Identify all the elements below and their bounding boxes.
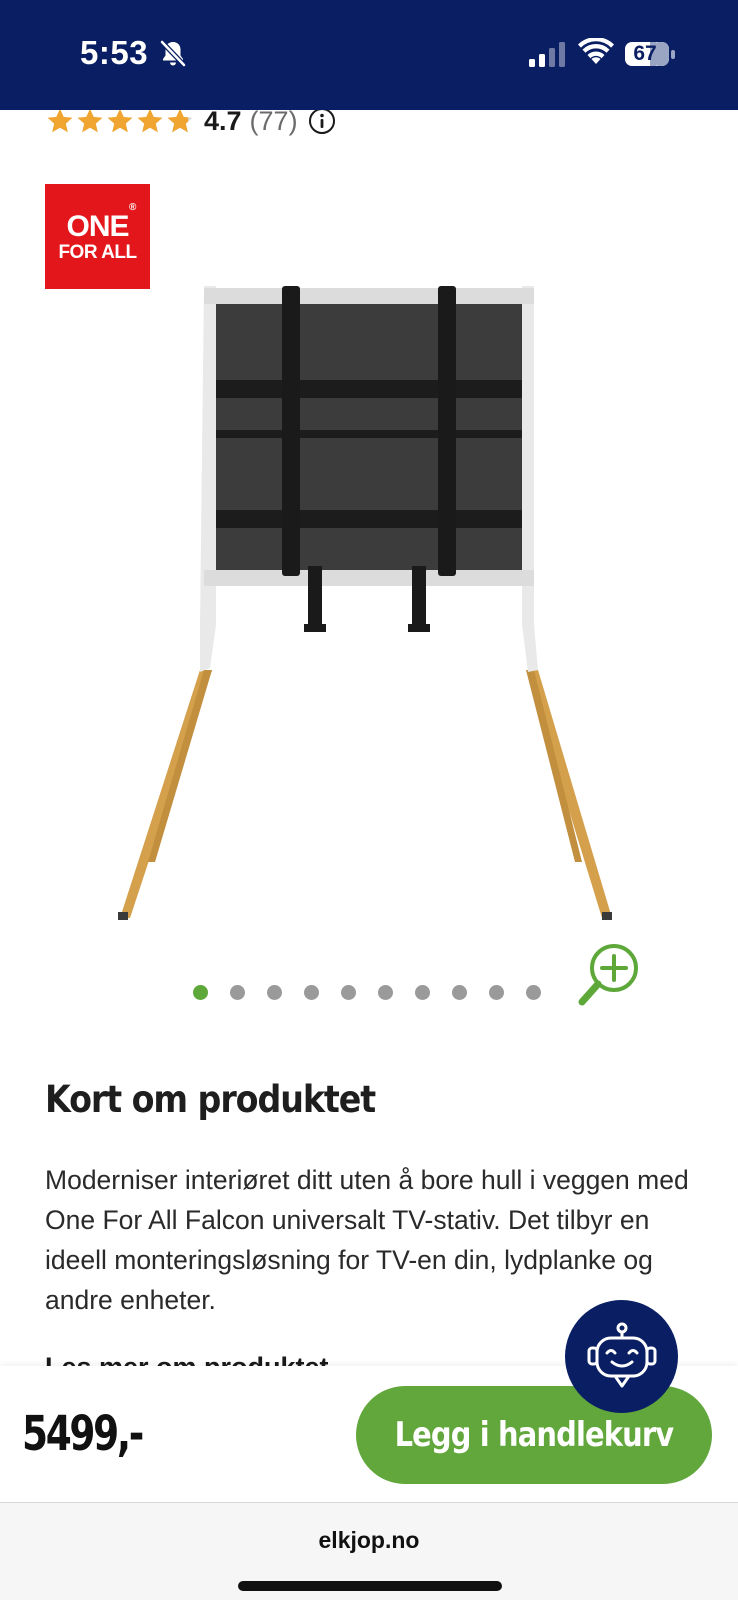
brand-logo-registered: ®: [129, 202, 137, 213]
bell-slash-icon: [160, 40, 186, 67]
carousel-dot[interactable]: [341, 985, 356, 1000]
zoom-in-icon[interactable]: [576, 940, 644, 1008]
section-title: Kort om produktet: [45, 1078, 376, 1121]
wifi-icon: [578, 38, 614, 64]
star-rating: [46, 107, 194, 135]
product-page: 5:53 67 4.7 (77) ONE ® FOR ALL Kort om p…: [0, 0, 738, 1600]
star-icon: [107, 108, 133, 133]
carousel-dot[interactable]: [230, 985, 245, 1000]
url-text[interactable]: elkjop.no: [0, 1527, 738, 1554]
status-time: 5:53: [80, 34, 149, 71]
robot-icon: [587, 1322, 656, 1387]
star-icon: [137, 108, 163, 133]
product-image[interactable]: [100, 280, 640, 940]
carousel-dot[interactable]: [304, 985, 319, 1000]
rating-value: 4.7: [204, 105, 242, 136]
add-to-cart-label: Legg i handlekurv: [394, 1415, 675, 1455]
carousel-dot[interactable]: [452, 985, 467, 1000]
price: 5499,-: [22, 1406, 144, 1462]
chatbot-button[interactable]: [565, 1300, 678, 1413]
carousel-dot[interactable]: [526, 985, 541, 1000]
product-summary: Moderniser interiøret ditt uten å bore h…: [45, 1165, 689, 1315]
brand-logo-line1: ONE: [66, 210, 129, 243]
brand-logo-line2: FOR ALL: [58, 242, 137, 263]
browser-url-bar[interactable]: elkjop.no: [0, 1502, 738, 1600]
battery-level: 67: [633, 42, 657, 65]
star-icon: [77, 108, 103, 133]
image-carousel-dots: [193, 985, 541, 1000]
add-to-cart-button[interactable]: Legg i handlekurv: [356, 1386, 712, 1484]
carousel-dot[interactable]: [415, 985, 430, 1000]
carousel-dot[interactable]: [489, 985, 504, 1000]
carousel-dot[interactable]: [193, 985, 208, 1000]
signal-icon: [529, 42, 565, 67]
star-icon: [47, 108, 73, 133]
status-bar: 5:53 67: [0, 0, 738, 110]
info-icon[interactable]: [308, 107, 336, 135]
star-half-icon: [167, 108, 193, 133]
carousel-dot[interactable]: [378, 985, 393, 1000]
brand-logo[interactable]: ONE ® FOR ALL: [45, 184, 150, 289]
review-count[interactable]: (77): [250, 106, 298, 137]
home-indicator[interactable]: [238, 1581, 502, 1591]
carousel-dot[interactable]: [267, 985, 282, 1000]
